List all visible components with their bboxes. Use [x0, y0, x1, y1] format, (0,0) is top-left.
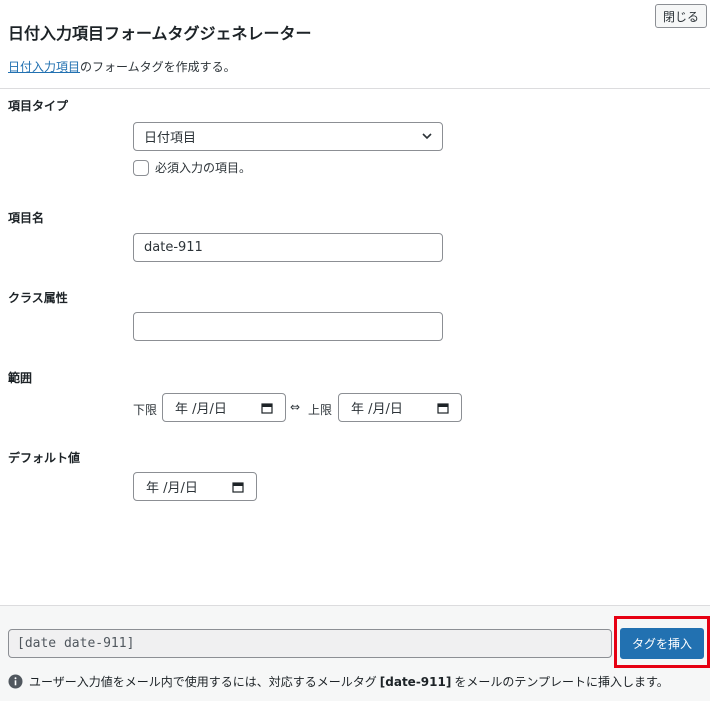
calendar-icon[interactable] [261, 402, 273, 414]
name-input[interactable]: date-911 [133, 233, 443, 262]
class-input[interactable] [133, 312, 443, 341]
tag-output[interactable]: [date date-911] [8, 629, 612, 658]
range-max-value: 年 /月/日 [351, 402, 403, 417]
required-label: 必須入力の項目。 [155, 161, 252, 175]
close-button[interactable]: 閉じる [655, 4, 707, 28]
note-text-after: をメールのテンプレートに挿入します。 [454, 675, 669, 689]
range-arrow: ⇔ [290, 400, 301, 414]
range-max-input[interactable]: 年 /月/日 [338, 393, 462, 422]
description-link[interactable]: 日付入力項目 [8, 60, 80, 74]
default-date-input[interactable]: 年 /月/日 [133, 472, 257, 501]
required-checkbox-row[interactable]: 必須入力の項目。 [133, 159, 251, 176]
default-label: デフォルト値 [8, 451, 81, 465]
required-checkbox[interactable] [133, 159, 149, 176]
insert-tag-button[interactable]: タグを挿入 [620, 628, 704, 659]
range-min-value: 年 /月/日 [175, 402, 227, 417]
calendar-icon[interactable] [232, 481, 244, 493]
range-max-label: 上限 [308, 403, 333, 417]
calendar-icon[interactable] [437, 402, 449, 414]
class-label: クラス属性 [8, 291, 68, 305]
dialog-description: 日付入力項目のフォームタグを作成する。 [8, 58, 236, 75]
description-text: のフォームタグを作成する。 [80, 60, 236, 74]
dialog-title: 日付入力項目フォームタグジェネレーター [8, 24, 312, 43]
note-text-before: ユーザー入力値をメール内で使用するには、対応するメールタグ [29, 675, 377, 689]
footer-divider [0, 605, 710, 606]
divider [0, 88, 710, 89]
info-icon [8, 674, 23, 689]
range-label: 範囲 [8, 371, 33, 385]
default-date-value: 年 /月/日 [146, 481, 198, 496]
type-label: 項目タイプ [8, 99, 69, 113]
mail-tag-note: ユーザー入力値をメール内で使用するには、対応するメールタグ [date-911]… [8, 673, 669, 690]
note-mail-tag: [date-911] [379, 674, 452, 689]
type-select[interactable]: 日付項目 [133, 122, 443, 151]
chevron-down-icon [422, 133, 432, 140]
range-min-label: 下限 [133, 403, 158, 417]
name-label: 項目名 [8, 211, 45, 225]
type-select-value: 日付項目 [144, 131, 197, 146]
range-min-input[interactable]: 年 /月/日 [162, 393, 286, 422]
